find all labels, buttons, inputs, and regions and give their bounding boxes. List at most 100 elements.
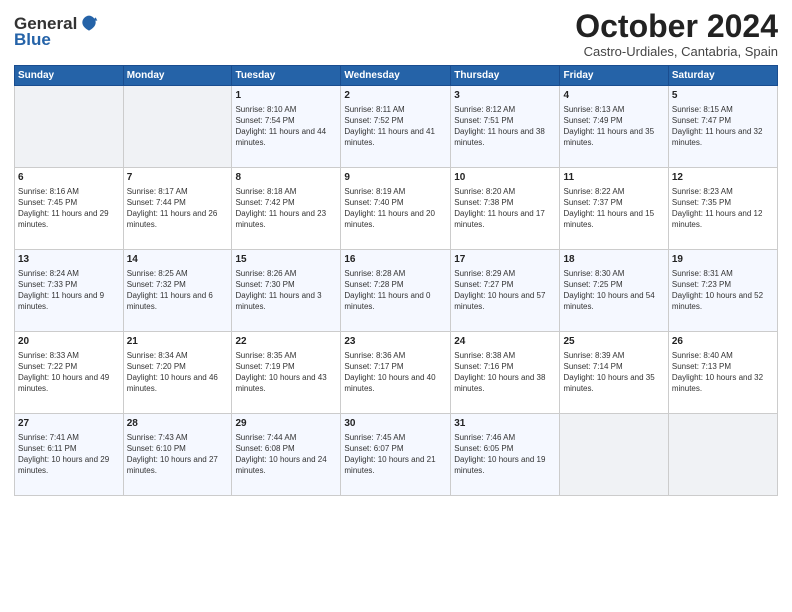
day-info: Sunrise: 8:15 AM Sunset: 7:47 PM Dayligh… [672,104,774,149]
day-info: Sunrise: 8:20 AM Sunset: 7:38 PM Dayligh… [454,186,556,231]
calendar-cell: 2Sunrise: 8:11 AM Sunset: 7:52 PM Daylig… [341,86,451,168]
day-info: Sunrise: 8:33 AM Sunset: 7:22 PM Dayligh… [18,350,120,395]
calendar-cell: 26Sunrise: 8:40 AM Sunset: 7:13 PM Dayli… [668,332,777,414]
calendar-cell: 3Sunrise: 8:12 AM Sunset: 7:51 PM Daylig… [451,86,560,168]
day-info: Sunrise: 8:11 AM Sunset: 7:52 PM Dayligh… [344,104,447,149]
day-number: 20 [18,335,120,349]
day-number: 23 [344,335,447,349]
day-number: 3 [454,89,556,103]
calendar-cell: 14Sunrise: 8:25 AM Sunset: 7:32 PM Dayli… [123,250,232,332]
day-number: 5 [672,89,774,103]
calendar-cell: 22Sunrise: 8:35 AM Sunset: 7:19 PM Dayli… [232,332,341,414]
calendar-cell [123,86,232,168]
day-number: 26 [672,335,774,349]
day-info: Sunrise: 8:35 AM Sunset: 7:19 PM Dayligh… [235,350,337,395]
day-info: Sunrise: 8:40 AM Sunset: 7:13 PM Dayligh… [672,350,774,395]
day-info: Sunrise: 7:41 AM Sunset: 6:11 PM Dayligh… [18,432,120,477]
day-number: 4 [563,89,664,103]
month-title: October 2024 [575,10,778,42]
calendar-cell [668,414,777,496]
location: Castro-Urdiales, Cantabria, Spain [575,44,778,59]
weekday-saturday: Saturday [668,66,777,86]
day-number: 29 [235,417,337,431]
calendar-week-1: 1Sunrise: 8:10 AM Sunset: 7:54 PM Daylig… [15,86,778,168]
day-info: Sunrise: 8:28 AM Sunset: 7:28 PM Dayligh… [344,268,447,313]
calendar-cell: 5Sunrise: 8:15 AM Sunset: 7:47 PM Daylig… [668,86,777,168]
calendar-cell: 10Sunrise: 8:20 AM Sunset: 7:38 PM Dayli… [451,168,560,250]
calendar-header: Sunday Monday Tuesday Wednesday Thursday… [15,66,778,86]
day-info: Sunrise: 8:34 AM Sunset: 7:20 PM Dayligh… [127,350,229,395]
calendar-cell: 7Sunrise: 8:17 AM Sunset: 7:44 PM Daylig… [123,168,232,250]
day-number: 12 [672,171,774,185]
day-info: Sunrise: 8:23 AM Sunset: 7:35 PM Dayligh… [672,186,774,231]
day-info: Sunrise: 7:43 AM Sunset: 6:10 PM Dayligh… [127,432,229,477]
calendar-cell: 25Sunrise: 8:39 AM Sunset: 7:14 PM Dayli… [560,332,668,414]
day-number: 15 [235,253,337,267]
day-info: Sunrise: 8:29 AM Sunset: 7:27 PM Dayligh… [454,268,556,313]
calendar-cell: 23Sunrise: 8:36 AM Sunset: 7:17 PM Dayli… [341,332,451,414]
day-info: Sunrise: 7:44 AM Sunset: 6:08 PM Dayligh… [235,432,337,477]
calendar-cell: 30Sunrise: 7:45 AM Sunset: 6:07 PM Dayli… [341,414,451,496]
day-number: 21 [127,335,229,349]
calendar-cell: 19Sunrise: 8:31 AM Sunset: 7:23 PM Dayli… [668,250,777,332]
day-number: 17 [454,253,556,267]
day-number: 28 [127,417,229,431]
calendar-cell: 12Sunrise: 8:23 AM Sunset: 7:35 PM Dayli… [668,168,777,250]
calendar-week-3: 13Sunrise: 8:24 AM Sunset: 7:33 PM Dayli… [15,250,778,332]
day-number: 10 [454,171,556,185]
day-info: Sunrise: 8:25 AM Sunset: 7:32 PM Dayligh… [127,268,229,313]
title-section: October 2024 Castro-Urdiales, Cantabria,… [575,10,778,59]
calendar-cell: 17Sunrise: 8:29 AM Sunset: 7:27 PM Dayli… [451,250,560,332]
calendar-cell: 4Sunrise: 8:13 AM Sunset: 7:49 PM Daylig… [560,86,668,168]
calendar-cell: 27Sunrise: 7:41 AM Sunset: 6:11 PM Dayli… [15,414,124,496]
day-number: 6 [18,171,120,185]
calendar-cell: 31Sunrise: 7:46 AM Sunset: 6:05 PM Dayli… [451,414,560,496]
calendar-table: Sunday Monday Tuesday Wednesday Thursday… [14,65,778,496]
calendar-week-4: 20Sunrise: 8:33 AM Sunset: 7:22 PM Dayli… [15,332,778,414]
day-info: Sunrise: 8:19 AM Sunset: 7:40 PM Dayligh… [344,186,447,231]
weekday-thursday: Thursday [451,66,560,86]
calendar-cell: 16Sunrise: 8:28 AM Sunset: 7:28 PM Dayli… [341,250,451,332]
calendar-cell: 20Sunrise: 8:33 AM Sunset: 7:22 PM Dayli… [15,332,124,414]
day-info: Sunrise: 8:13 AM Sunset: 7:49 PM Dayligh… [563,104,664,149]
day-number: 25 [563,335,664,349]
day-info: Sunrise: 7:46 AM Sunset: 6:05 PM Dayligh… [454,432,556,477]
calendar-cell: 28Sunrise: 7:43 AM Sunset: 6:10 PM Dayli… [123,414,232,496]
calendar-cell: 13Sunrise: 8:24 AM Sunset: 7:33 PM Dayli… [15,250,124,332]
logo: General Blue [14,14,99,50]
weekday-tuesday: Tuesday [232,66,341,86]
calendar-week-2: 6Sunrise: 8:16 AM Sunset: 7:45 PM Daylig… [15,168,778,250]
day-info: Sunrise: 8:39 AM Sunset: 7:14 PM Dayligh… [563,350,664,395]
day-number: 27 [18,417,120,431]
calendar-container: General Blue October 2024 Castro-Urdiale… [0,0,792,612]
header: General Blue October 2024 Castro-Urdiale… [14,10,778,59]
day-number: 22 [235,335,337,349]
day-info: Sunrise: 8:22 AM Sunset: 7:37 PM Dayligh… [563,186,664,231]
calendar-body: 1Sunrise: 8:10 AM Sunset: 7:54 PM Daylig… [15,86,778,496]
day-info: Sunrise: 8:18 AM Sunset: 7:42 PM Dayligh… [235,186,337,231]
weekday-row: Sunday Monday Tuesday Wednesday Thursday… [15,66,778,86]
day-number: 7 [127,171,229,185]
calendar-week-5: 27Sunrise: 7:41 AM Sunset: 6:11 PM Dayli… [15,414,778,496]
weekday-monday: Monday [123,66,232,86]
day-number: 31 [454,417,556,431]
weekday-sunday: Sunday [15,66,124,86]
day-number: 11 [563,171,664,185]
calendar-cell: 6Sunrise: 8:16 AM Sunset: 7:45 PM Daylig… [15,168,124,250]
calendar-cell: 24Sunrise: 8:38 AM Sunset: 7:16 PM Dayli… [451,332,560,414]
calendar-cell: 15Sunrise: 8:26 AM Sunset: 7:30 PM Dayli… [232,250,341,332]
calendar-cell: 18Sunrise: 8:30 AM Sunset: 7:25 PM Dayli… [560,250,668,332]
calendar-cell [560,414,668,496]
calendar-cell: 11Sunrise: 8:22 AM Sunset: 7:37 PM Dayli… [560,168,668,250]
day-number: 14 [127,253,229,267]
day-number: 16 [344,253,447,267]
day-info: Sunrise: 8:30 AM Sunset: 7:25 PM Dayligh… [563,268,664,313]
day-info: Sunrise: 8:36 AM Sunset: 7:17 PM Dayligh… [344,350,447,395]
day-info: Sunrise: 7:45 AM Sunset: 6:07 PM Dayligh… [344,432,447,477]
day-info: Sunrise: 8:38 AM Sunset: 7:16 PM Dayligh… [454,350,556,395]
day-info: Sunrise: 8:31 AM Sunset: 7:23 PM Dayligh… [672,268,774,313]
calendar-cell: 9Sunrise: 8:19 AM Sunset: 7:40 PM Daylig… [341,168,451,250]
day-number: 30 [344,417,447,431]
calendar-cell: 8Sunrise: 8:18 AM Sunset: 7:42 PM Daylig… [232,168,341,250]
logo-icon [79,14,99,34]
